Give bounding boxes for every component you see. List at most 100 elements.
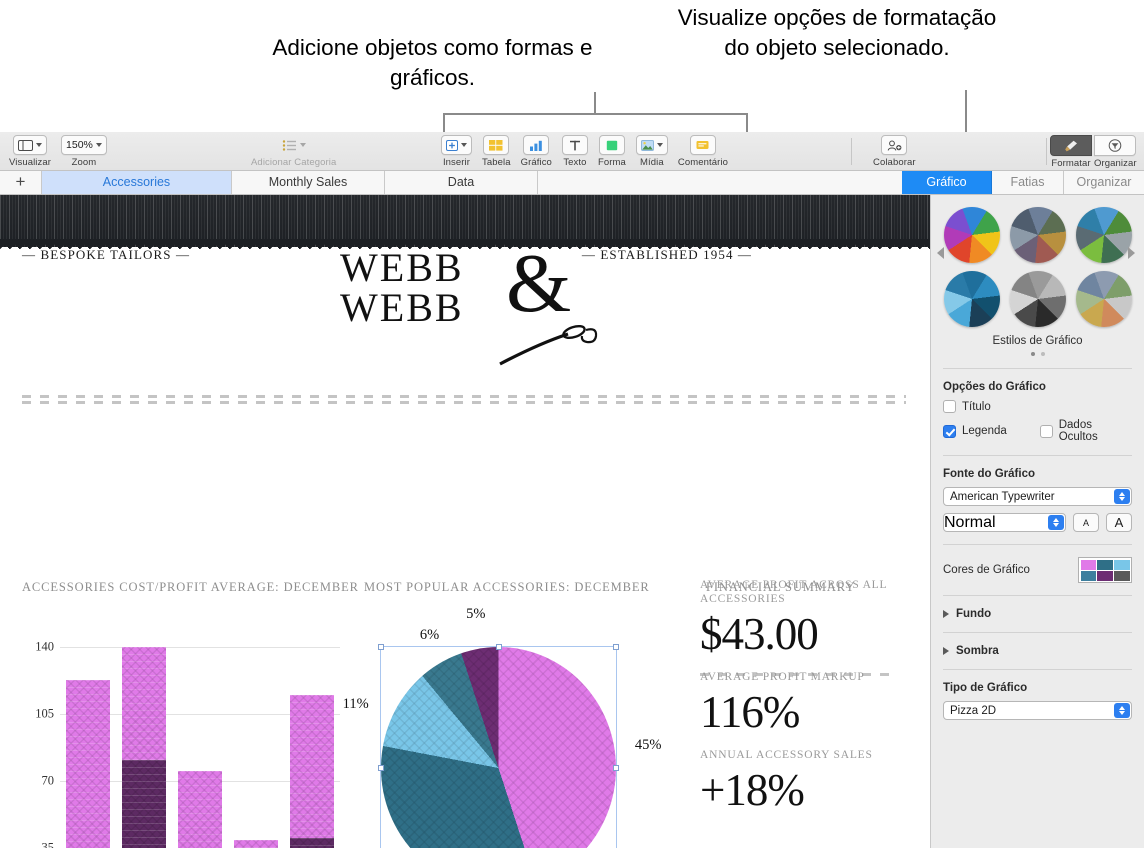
swatch-teal: [1097, 559, 1113, 570]
page-dot-2[interactable]: [1040, 352, 1045, 356]
chart-style-thumbnail[interactable]: [1009, 207, 1066, 263]
chevron-down-icon: [299, 143, 306, 147]
document-canvas[interactable]: — BESPOKE TAILORS — — ESTABLISHED 1954 —…: [0, 195, 930, 848]
collaborate-glyph: [887, 140, 902, 151]
inspector-divider: [943, 669, 1132, 670]
chart-style-thumbnail[interactable]: [1075, 207, 1132, 263]
insert-icon: [441, 135, 472, 155]
hidden-data-checkbox[interactable]: [1039, 424, 1053, 438]
toolbar-divider-right: [1046, 138, 1047, 165]
increase-font-size-button[interactable]: A: [1106, 513, 1132, 532]
paintbrush-glyph: [1065, 140, 1077, 151]
pie-data-label: 6%: [419, 626, 440, 643]
collaborate-label: Colaborar: [873, 157, 916, 168]
bar-segment-profit: [66, 679, 110, 848]
arrange-icon: [1094, 135, 1137, 156]
financial-stat-label: AVERAGE PROFIT MARKUP: [700, 671, 865, 683]
shape-icon: [598, 135, 625, 155]
pie-data-label: 5%: [466, 605, 486, 622]
inspector-tab-fatias[interactable]: Fatias: [992, 171, 1064, 194]
format-inspector: Estilos de Gráfico Opções do Gráfico Tít…: [930, 195, 1144, 848]
add-sheet-button[interactable]: +: [0, 171, 42, 194]
bar-segment-profit: [290, 694, 334, 839]
table-button[interactable]: Tabela: [482, 132, 511, 168]
financial-summary: AVERAGE PROFIT ACROSS ALL ACCESSORIES $4…: [700, 578, 900, 826]
resize-handle[interactable]: [495, 644, 502, 650]
bar-column[interactable]: [66, 679, 110, 848]
title-checkbox[interactable]: [943, 400, 956, 413]
shadow-disclosure[interactable]: Sombra: [931, 645, 1144, 657]
chart-styles-section: Estilos de Gráfico: [931, 195, 1144, 356]
pie-data-label: 11%: [342, 695, 369, 712]
financial-stat-label: ANNUAL ACCESSORY SALES: [700, 749, 873, 761]
chart-colors-swatch[interactable]: [1078, 557, 1132, 583]
chart-style-thumbnail[interactable]: [943, 271, 1000, 327]
funnel-glyph: [1109, 139, 1122, 152]
callout-bracket-left: [443, 113, 445, 132]
chart-label: Gráfico: [520, 157, 552, 168]
inspector-tab-grafico[interactable]: Gráfico: [902, 171, 992, 194]
styles-prev-arrow[interactable]: [937, 247, 947, 260]
chart-options-heading: Opções do Gráfico: [943, 381, 1046, 393]
chart-type-stepper[interactable]: [1114, 703, 1130, 718]
media-label: Mídia: [640, 157, 664, 168]
app-window: Visualizar 150% Zoom Adicionar Categoria…: [0, 132, 1144, 849]
bar-column[interactable]: [234, 840, 278, 848]
chart-style-thumbnail[interactable]: [1075, 271, 1132, 327]
comment-icon: [689, 135, 716, 155]
arrange-button[interactable]: Organizar: [1094, 132, 1137, 169]
resize-handle[interactable]: [613, 765, 619, 771]
y-axis-tick: 105: [35, 706, 54, 721]
bar-column[interactable]: [122, 647, 166, 848]
bar-column[interactable]: [178, 771, 222, 848]
title-checkbox-label: Título: [962, 400, 991, 413]
resize-handle[interactable]: [613, 644, 619, 650]
swatch-gray: [1113, 570, 1130, 581]
chart-type-select[interactable]: Pizza 2D: [943, 701, 1132, 720]
media-glyph: [640, 139, 654, 151]
styles-next-arrow[interactable]: [1128, 247, 1138, 260]
collaborate-button[interactable]: Colaborar: [873, 132, 916, 168]
font-family-select[interactable]: American Typewriter: [943, 487, 1132, 506]
legend-checkbox[interactable]: [943, 424, 956, 438]
chevron-down-icon: [95, 143, 102, 147]
chart-colors-row: Cores de Gráfico: [931, 557, 1144, 583]
zoom-control[interactable]: 150% Zoom: [61, 132, 107, 168]
insert-button[interactable]: Inserir: [441, 132, 472, 168]
table-icon: [483, 135, 510, 155]
font-style-stepper[interactable]: [1048, 515, 1064, 530]
media-button[interactable]: Mídia: [635, 132, 668, 168]
bar-chart[interactable]: 03570105140 CUFF LINKSWAISTCOATTIEPOCKET…: [20, 635, 340, 848]
chart-style-thumbnail[interactable]: [1009, 271, 1066, 327]
comment-button[interactable]: Comentário: [678, 132, 728, 168]
chart-style-thumbnail[interactable]: [943, 207, 1000, 263]
view-button[interactable]: Visualizar: [9, 132, 51, 168]
zoom-value-button[interactable]: 150%: [61, 135, 107, 155]
add-category-button: Adicionar Categoria: [251, 132, 336, 168]
sidebar-icon: [13, 135, 47, 155]
shape-label: Forma: [597, 157, 626, 168]
sheet-tab-monthly-sales[interactable]: Monthly Sales: [232, 171, 385, 194]
font-family-value: American Typewriter: [950, 490, 1055, 503]
resize-handle[interactable]: [378, 765, 384, 771]
header-tagline-right: — ESTABLISHED 1954 —: [581, 247, 752, 262]
font-family-stepper[interactable]: [1114, 489, 1130, 504]
styles-page-dots[interactable]: [931, 352, 1144, 356]
text-button[interactable]: Texto: [561, 132, 588, 168]
title-checkbox-row[interactable]: Título: [931, 400, 1144, 413]
resize-handle[interactable]: [378, 644, 384, 650]
decrease-font-size-button[interactable]: A: [1073, 513, 1099, 532]
chevron-right-icon: [943, 647, 949, 655]
page-dot-1[interactable]: [1030, 352, 1035, 356]
format-button[interactable]: Formatar: [1050, 132, 1092, 169]
chart-button[interactable]: Gráfico: [521, 132, 552, 168]
font-style-select[interactable]: Normal: [943, 513, 1066, 532]
bar-column[interactable]: [290, 694, 334, 848]
shape-button[interactable]: Forma: [598, 132, 626, 168]
pie-chart-title: MOST POPULAR ACCESSORIES: DECEMBER: [364, 580, 650, 594]
background-disclosure[interactable]: Fundo: [931, 608, 1144, 620]
inspector-tab-organizar[interactable]: Organizar: [1064, 171, 1144, 194]
sheet-tab-accessories[interactable]: Accessories: [42, 171, 232, 194]
pie-chart[interactable]: 45%33%11%6%5%: [343, 606, 661, 848]
sheet-tab-data[interactable]: Data: [385, 171, 538, 194]
